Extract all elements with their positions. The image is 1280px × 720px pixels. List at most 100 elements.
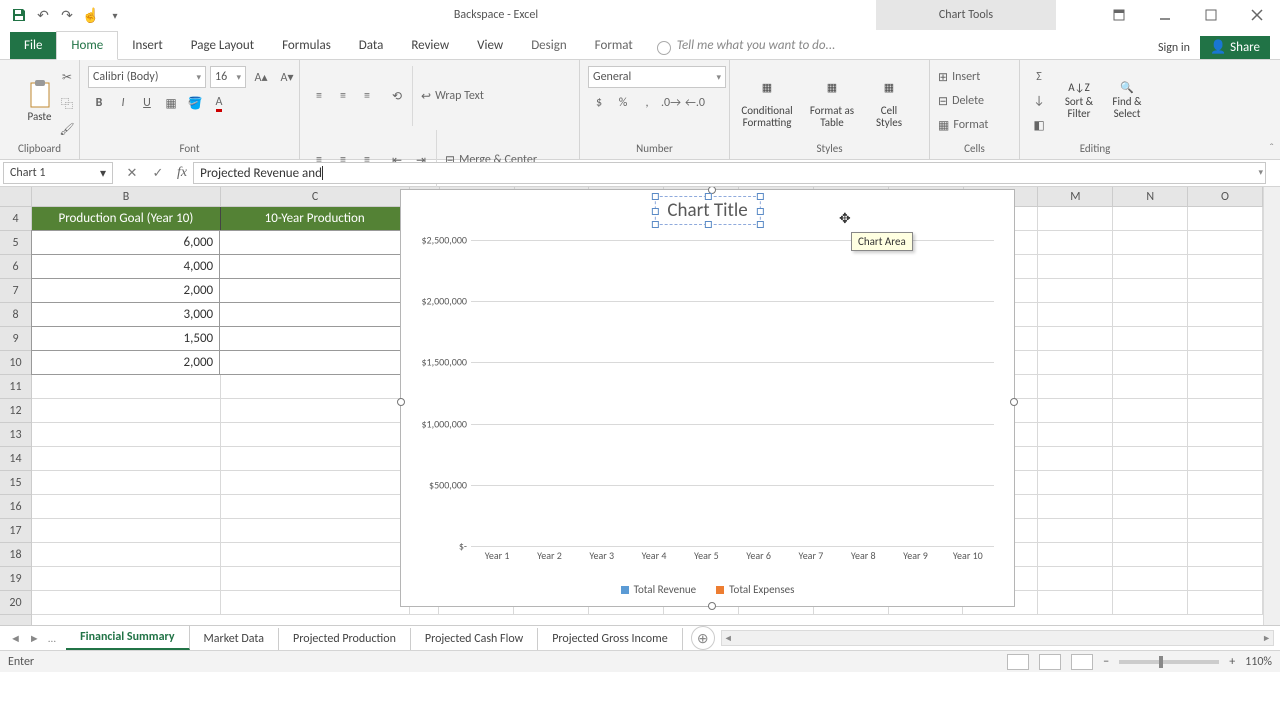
sheet-nav-more[interactable]: ...: [48, 632, 56, 645]
clear-icon[interactable]: ◧: [1028, 114, 1050, 136]
cell[interactable]: [219, 326, 408, 351]
row-header[interactable]: 15: [0, 471, 31, 495]
cell[interactable]: [1188, 375, 1263, 399]
cell[interactable]: [1038, 543, 1113, 567]
cell[interactable]: [221, 375, 410, 399]
row-header[interactable]: 18: [0, 543, 31, 567]
save-icon[interactable]: [8, 4, 30, 26]
cell[interactable]: 2,000: [31, 350, 220, 375]
formula-input[interactable]: Projected Revenue and ▾: [193, 162, 1266, 184]
cell[interactable]: [1113, 591, 1188, 615]
cell[interactable]: [1188, 207, 1263, 231]
tab-insert[interactable]: Insert: [118, 32, 177, 59]
decrease-decimal-icon[interactable]: ←.0: [684, 92, 706, 114]
cell[interactable]: [1038, 399, 1113, 423]
italic-button[interactable]: I: [112, 92, 134, 114]
cell[interactable]: [1038, 303, 1113, 327]
percent-format-icon[interactable]: %: [612, 92, 634, 114]
conditional-formatting-button[interactable]: ▦ Conditional Formatting: [734, 69, 800, 133]
format-cells-button[interactable]: ▦ Format: [938, 114, 988, 136]
row-header[interactable]: 19: [0, 567, 31, 591]
new-sheet-button[interactable]: ⊕: [691, 626, 715, 650]
autosum-icon[interactable]: Σ: [1028, 66, 1050, 88]
cell[interactable]: [1113, 375, 1188, 399]
touch-mode-icon[interactable]: ☝: [80, 4, 102, 26]
cell[interactable]: 2,000: [31, 278, 220, 303]
cell[interactable]: [1188, 543, 1263, 567]
tab-design[interactable]: Design: [517, 32, 580, 59]
cell[interactable]: [221, 447, 410, 471]
row-header[interactable]: 11: [0, 375, 31, 399]
align-bottom-icon[interactable]: ≡: [356, 85, 378, 107]
cell[interactable]: [1038, 231, 1113, 255]
zoom-in-icon[interactable]: +: [1229, 655, 1235, 669]
select-all-corner[interactable]: [0, 187, 32, 207]
row-header[interactable]: 5: [0, 231, 31, 255]
font-color-icon[interactable]: A: [208, 92, 230, 114]
cell[interactable]: [1038, 519, 1113, 543]
cell[interactable]: 10-Year Production: [221, 207, 410, 231]
cell[interactable]: [1038, 279, 1113, 303]
cell[interactable]: [221, 591, 410, 615]
cell[interactable]: [32, 495, 221, 519]
sign-in-link[interactable]: Sign in: [1158, 41, 1190, 55]
tab-home[interactable]: Home: [56, 31, 118, 60]
zoom-level[interactable]: 110%: [1245, 655, 1272, 669]
cell[interactable]: [1113, 255, 1188, 279]
underline-button[interactable]: U: [136, 92, 158, 114]
qat-customize-icon[interactable]: ▾: [104, 4, 126, 26]
expand-formula-bar-icon[interactable]: ▾: [1258, 167, 1263, 178]
cell[interactable]: [221, 543, 410, 567]
sort-filter-button[interactable]: A↓Z Sort & Filter: [1056, 78, 1102, 124]
row-header[interactable]: 10: [0, 351, 31, 375]
cell[interactable]: 3,000: [31, 302, 220, 327]
ribbon-display-icon[interactable]: [1096, 0, 1142, 30]
cell[interactable]: [1188, 423, 1263, 447]
horizontal-scrollbar[interactable]: ◄►: [721, 630, 1274, 646]
undo-icon[interactable]: ↶: [32, 4, 54, 26]
row-headers[interactable]: 4567891011121314151617181920: [0, 207, 32, 625]
maximize-icon[interactable]: [1188, 0, 1234, 30]
cell[interactable]: [1188, 327, 1263, 351]
row-header[interactable]: 4: [0, 207, 31, 231]
chart-legend[interactable]: Total Revenue Total Expenses: [401, 583, 1014, 596]
cell[interactable]: [1038, 591, 1113, 615]
name-box[interactable]: Chart 1▾: [3, 162, 113, 184]
cell[interactable]: [1113, 519, 1188, 543]
align-middle-icon[interactable]: ≡: [332, 85, 354, 107]
cell[interactable]: [219, 302, 408, 327]
format-as-table-button[interactable]: ▦ Format as Table: [802, 69, 862, 133]
cell[interactable]: [219, 254, 408, 279]
orientation-icon[interactable]: ⟲: [386, 85, 408, 107]
cell[interactable]: [32, 375, 221, 399]
cell[interactable]: [1113, 567, 1188, 591]
cell[interactable]: [1113, 327, 1188, 351]
insert-cells-button[interactable]: ⊞ Insert: [938, 66, 980, 88]
close-icon[interactable]: [1234, 0, 1280, 30]
cell[interactable]: [1113, 423, 1188, 447]
cell[interactable]: [1188, 591, 1263, 615]
format-painter-icon[interactable]: 🖌: [56, 118, 78, 140]
tab-view[interactable]: View: [463, 32, 517, 59]
cell[interactable]: [221, 567, 410, 591]
cell[interactable]: [1188, 447, 1263, 471]
cancel-entry-icon[interactable]: ✕: [119, 162, 145, 184]
row-header[interactable]: 6: [0, 255, 31, 279]
cell[interactable]: [1188, 567, 1263, 591]
cell[interactable]: [1038, 255, 1113, 279]
cell[interactable]: [221, 423, 410, 447]
cell[interactable]: [1038, 423, 1113, 447]
sheet-tab[interactable]: Market Data: [190, 628, 280, 650]
cell[interactable]: [32, 447, 221, 471]
cell[interactable]: [219, 278, 408, 303]
confirm-entry-icon[interactable]: ✓: [145, 162, 171, 184]
sheet-tab[interactable]: Projected Production: [279, 628, 411, 650]
increase-decimal-icon[interactable]: .0→: [660, 92, 682, 114]
number-format-combo[interactable]: General▾: [588, 66, 726, 88]
font-name-combo[interactable]: Calibri (Body)▾: [88, 66, 206, 88]
cell[interactable]: [1113, 495, 1188, 519]
cell[interactable]: Production Goal (Year 10): [32, 207, 221, 231]
row-header[interactable]: 17: [0, 519, 31, 543]
delete-cells-button[interactable]: ⊟ Delete: [938, 90, 984, 112]
column-header[interactable]: N: [1113, 187, 1188, 206]
